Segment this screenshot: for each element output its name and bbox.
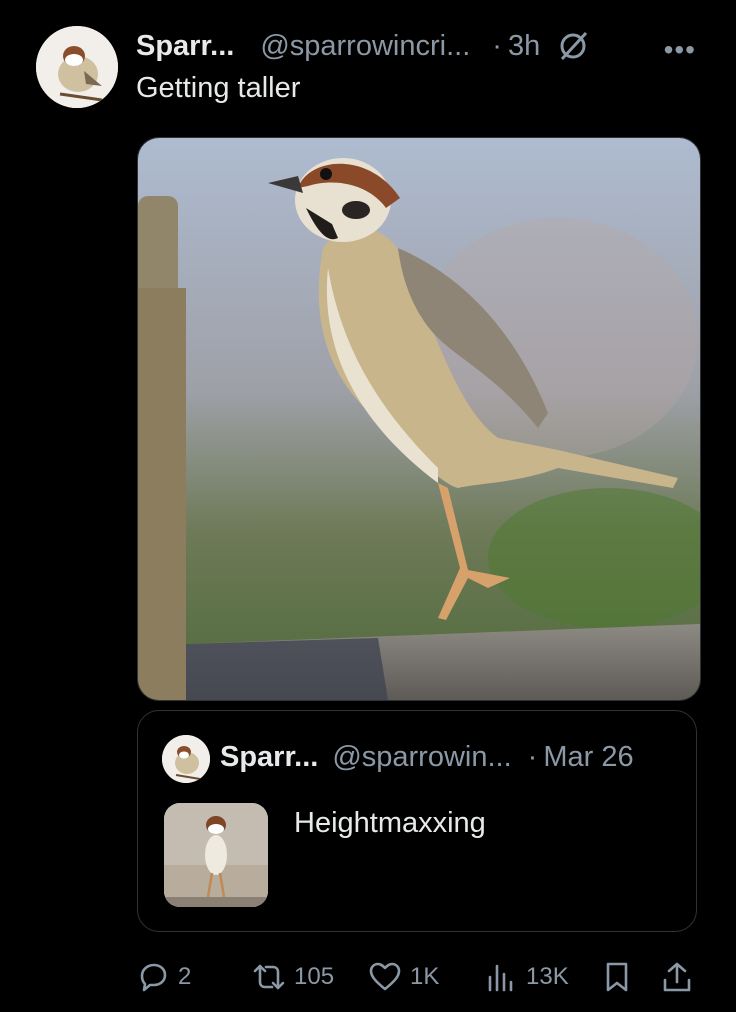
- quoted-author-name[interactable]: Sparr...: [220, 741, 318, 774]
- views-count: 13K: [526, 963, 569, 990]
- sparrow-avatar-image: [162, 735, 210, 783]
- heart-icon: [369, 962, 401, 991]
- repost-count: 105: [294, 963, 335, 990]
- quoted-tweet-date[interactable]: Mar 26: [543, 741, 633, 774]
- sparrow-photo: [138, 138, 700, 700]
- share-button[interactable]: [660, 960, 694, 994]
- grok-icon[interactable]: [556, 29, 590, 63]
- tweet-actions: 2 105 1K 13K: [136, 960, 698, 1000]
- author-handle[interactable]: @sparrowincri...: [260, 30, 470, 63]
- views-icon: [488, 964, 513, 992]
- reply-button[interactable]: 2: [136, 960, 191, 994]
- views-button[interactable]: 13K: [484, 960, 569, 994]
- separator-dot: ·: [527, 741, 538, 773]
- quoted-tweet-text: Heightmaxxing: [294, 807, 486, 839]
- more-icon[interactable]: •••: [664, 34, 696, 66]
- reply-count: 2: [178, 963, 192, 990]
- author-avatar[interactable]: [36, 26, 118, 108]
- repost-icon: [253, 964, 285, 990]
- quoted-tweet-thumbnail[interactable]: [164, 803, 268, 907]
- bookmark-icon: [606, 962, 628, 992]
- sparrow-thumbnail-photo: [164, 803, 268, 907]
- quoted-tweet[interactable]: Sparr... @sparrowin... · Mar 26 Heightma…: [137, 710, 697, 932]
- sparrow-avatar-image: [36, 26, 118, 108]
- tweet-time[interactable]: 3h: [508, 30, 540, 63]
- repost-button[interactable]: 105: [252, 960, 334, 994]
- like-count: 1K: [410, 963, 440, 990]
- bookmark-button[interactable]: [600, 960, 634, 994]
- quoted-author-handle[interactable]: @sparrowin...: [332, 741, 511, 774]
- share-icon: [663, 962, 691, 992]
- reply-icon: [140, 963, 167, 992]
- quoted-author-avatar[interactable]: [162, 735, 210, 783]
- like-button[interactable]: 1K: [368, 960, 439, 994]
- tweet-text: Getting taller: [136, 72, 301, 104]
- author-name[interactable]: Sparr...: [136, 30, 234, 63]
- quoted-tweet-header: Sparr... @sparrowin... · Mar 26: [220, 741, 634, 774]
- separator-dot: ·: [492, 29, 502, 62]
- tweet-header: Sparr... @sparrowincri... · 3h: [136, 28, 700, 64]
- tweet-image[interactable]: [137, 137, 701, 701]
